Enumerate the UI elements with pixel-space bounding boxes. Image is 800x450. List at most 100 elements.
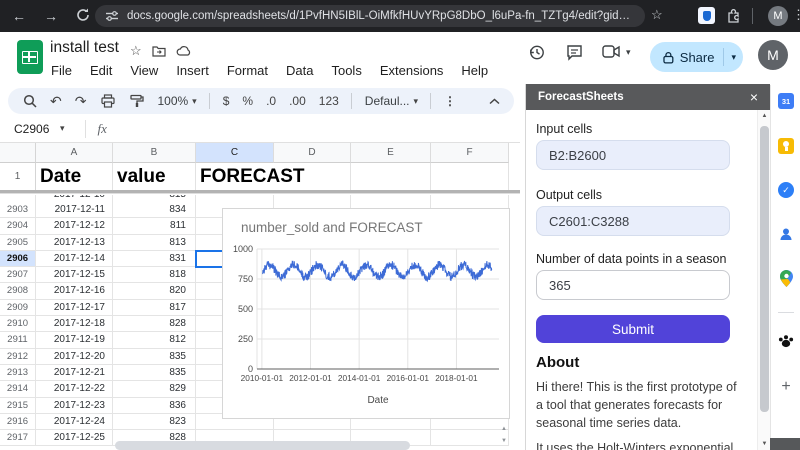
share-button[interactable]: Share ▾ xyxy=(650,42,743,72)
row-number[interactable]: 1 xyxy=(0,163,36,190)
cell-value[interactable]: 834 xyxy=(113,202,196,219)
page-scrollbar-corner[interactable] xyxy=(770,438,800,450)
star-document-icon[interactable]: ☆ xyxy=(130,43,142,59)
menu-data[interactable]: Data xyxy=(277,61,322,80)
percent-format-button[interactable]: % xyxy=(242,94,253,108)
column-header-e[interactable]: E xyxy=(351,143,431,163)
season-points-field[interactable]: 365 xyxy=(536,270,730,300)
row-number[interactable] xyxy=(0,195,36,202)
header-cell-forecast[interactable]: FORECAST xyxy=(196,163,305,190)
menu-help[interactable]: Help xyxy=(452,61,497,80)
sidebar-scrollbar[interactable]: ▲ ▼ xyxy=(757,110,770,450)
row-number[interactable]: 2915 xyxy=(0,397,36,414)
column-header-d[interactable]: D xyxy=(274,143,351,163)
account-avatar[interactable]: M xyxy=(758,40,788,70)
meet-camera-icon[interactable] xyxy=(602,44,621,59)
cell-value[interactable]: 835 xyxy=(113,364,196,382)
cell-value[interactable]: 820 xyxy=(113,283,196,300)
menu-insert[interactable]: Insert xyxy=(167,61,218,80)
scrollbar-thumb[interactable] xyxy=(760,126,769,412)
embedded-chart[interactable]: number_sold and FORECAST 0 250 500 750 1000 2… xyxy=(222,208,510,419)
back-icon[interactable]: ← xyxy=(12,7,26,25)
comment-icon[interactable] xyxy=(566,44,583,61)
row-number[interactable]: 2904 xyxy=(0,218,36,235)
maps-icon[interactable] xyxy=(771,270,800,287)
row-number[interactable]: 2916 xyxy=(0,413,36,431)
row-number[interactable]: 2908 xyxy=(0,283,36,300)
cell-date[interactable]: 2017-12-22 xyxy=(36,381,113,398)
cell-date[interactable]: 2017-12-24 xyxy=(36,413,113,431)
menu-format[interactable]: Format xyxy=(218,61,277,80)
frozen-row-divider[interactable] xyxy=(0,190,520,194)
cell-value[interactable]: 836 xyxy=(113,397,196,414)
cell-value[interactable]: 828 xyxy=(113,316,196,333)
browser-menu-icon[interactable]: ⋮ xyxy=(792,7,800,23)
cell-empty[interactable] xyxy=(431,163,509,190)
cell-date[interactable]: 2017-12-17 xyxy=(36,299,113,317)
cell-value[interactable]: 818 xyxy=(113,267,196,284)
output-cells-field[interactable]: C2601:C3288 xyxy=(536,206,730,236)
menu-edit[interactable]: Edit xyxy=(81,61,121,80)
forward-icon[interactable]: → xyxy=(44,7,58,25)
browser-profile-avatar[interactable]: M xyxy=(768,6,788,26)
menu-view[interactable]: View xyxy=(121,61,167,80)
row-number[interactable]: 2911 xyxy=(0,332,36,349)
contacts-icon[interactable] xyxy=(771,226,800,242)
tasks-icon[interactable]: ✓ xyxy=(771,182,800,198)
move-folder-icon[interactable] xyxy=(152,45,166,57)
name-box[interactable]: C2906 xyxy=(14,122,60,136)
cell-empty[interactable] xyxy=(431,430,509,447)
cell-date[interactable]: 2017-12-16 xyxy=(36,283,113,300)
menu-tools[interactable]: Tools xyxy=(322,61,370,80)
row-number[interactable]: 2909 xyxy=(0,299,36,317)
cell-value[interactable]: 817 xyxy=(113,299,196,317)
cell-value[interactable]: 829 xyxy=(113,381,196,398)
font-select[interactable]: Defaul... ▾ xyxy=(365,94,418,108)
header-cell-date[interactable]: Date xyxy=(36,163,113,190)
row-number[interactable]: 2905 xyxy=(0,234,36,251)
version-history-icon[interactable] xyxy=(528,44,545,61)
increase-decimal-button[interactable]: .00 xyxy=(289,94,306,108)
cell-empty[interactable] xyxy=(431,195,509,202)
cell-value[interactable]: 815 xyxy=(113,195,196,202)
share-dropdown-icon[interactable]: ▾ xyxy=(731,52,736,63)
input-cells-field[interactable]: B2:B2600 xyxy=(536,140,730,170)
scroll-up-icon[interactable]: ▲ xyxy=(501,426,507,432)
cell-date[interactable]: 2017-12-14 xyxy=(36,250,113,268)
row-number[interactable]: 2912 xyxy=(0,348,36,365)
column-header-b[interactable]: B xyxy=(113,143,196,163)
cell-date[interactable]: 2017-12-21 xyxy=(36,364,113,382)
search-icon[interactable] xyxy=(23,94,37,108)
cell-value[interactable]: 823 xyxy=(113,413,196,431)
row-number[interactable]: 2914 xyxy=(0,381,36,398)
header-cell-value[interactable]: value xyxy=(113,163,196,190)
column-header-c[interactable]: C xyxy=(196,143,274,163)
calendar-icon[interactable]: 31 xyxy=(771,93,800,109)
menu-extensions[interactable]: Extensions xyxy=(371,61,453,80)
row-number[interactable]: 2910 xyxy=(0,316,36,333)
paint-format-icon[interactable] xyxy=(130,94,145,108)
bookmark-star-icon[interactable]: ☆ xyxy=(651,7,663,23)
redo-icon[interactable]: ↷ xyxy=(75,93,87,110)
currency-format-button[interactable]: $ xyxy=(223,94,230,108)
sheets-logo-icon[interactable] xyxy=(17,40,43,74)
cell-value[interactable]: 813 xyxy=(113,234,196,251)
cell-date[interactable]: 2017-12-23 xyxy=(36,397,113,414)
refresh-icon[interactable] xyxy=(76,8,90,22)
cell-empty[interactable] xyxy=(196,195,274,202)
submit-button[interactable]: Submit xyxy=(536,315,730,343)
row-number[interactable]: 2917 xyxy=(0,430,36,447)
more-toolbar-icon[interactable]: ⋮ xyxy=(444,94,456,108)
cell-value[interactable]: 831 xyxy=(113,250,196,268)
cloud-status-icon[interactable] xyxy=(176,45,192,57)
address-bar[interactable]: docs.google.com/spreadsheets/d/1PvfHN5IB… xyxy=(95,5,645,27)
name-box-dropdown-icon[interactable]: ▾ xyxy=(60,123,65,134)
cell-value[interactable]: 811 xyxy=(113,218,196,235)
zoom-select[interactable]: 100% ▾ xyxy=(157,94,196,108)
cell-date[interactable]: 2017-12-15 xyxy=(36,267,113,284)
column-header-a[interactable]: A xyxy=(36,143,113,163)
camera-dropdown-icon[interactable]: ▾ xyxy=(626,47,631,58)
cell-date[interactable]: 2017-12-25 xyxy=(36,430,113,447)
cell-date[interactable]: 2017-12-18 xyxy=(36,316,113,333)
row-number[interactable]: 2907 xyxy=(0,267,36,284)
